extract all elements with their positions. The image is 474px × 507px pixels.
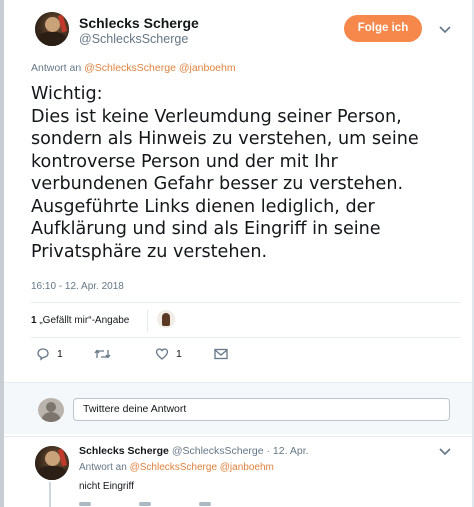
retweet-icon[interactable] xyxy=(139,502,151,506)
tweet-text-line: Privatsphäre zu verstehen. xyxy=(31,241,268,262)
reply-action-bar xyxy=(79,502,279,507)
user-avatar xyxy=(38,398,64,422)
chevron-down-icon[interactable] xyxy=(437,21,453,37)
reply-icon[interactable] xyxy=(79,502,91,506)
author-avatar[interactable] xyxy=(35,12,69,46)
divider xyxy=(31,302,461,303)
heart-icon xyxy=(155,348,169,360)
follow-button[interactable]: Folge ich xyxy=(344,15,422,42)
divider xyxy=(147,310,148,332)
chevron-down-icon[interactable] xyxy=(437,443,453,459)
retweet-action[interactable] xyxy=(94,346,118,362)
envelope-icon xyxy=(214,348,228,360)
divider xyxy=(31,337,461,338)
reply-action[interactable]: 1 xyxy=(36,346,63,362)
tweet-text-line: Dies ist keine Verleumdung seiner Person… xyxy=(31,106,402,127)
reply-count: 1 xyxy=(57,348,63,360)
author-handle[interactable]: @SchlecksScherge xyxy=(79,32,188,46)
reply-header: Schlecks Scherge @SchlecksScherge · 12. … xyxy=(79,445,309,457)
tweet-text-line: Aufklärung und sind als Eingriff in sein… xyxy=(31,219,381,239)
message-action[interactable] xyxy=(214,346,228,362)
tweet-text-line: kontroverse Person und der mit Ihr xyxy=(31,151,338,172)
reply-to-mentions[interactable]: @SchlecksScherge @janboehm xyxy=(130,462,274,473)
reply-text: nicht Eingriff xyxy=(79,481,134,492)
reply-to-prefix: Antwort an xyxy=(79,462,127,473)
tweet-text-line: Wichtig: xyxy=(31,84,103,104)
like-action[interactable]: 1 xyxy=(155,346,182,362)
thread-line xyxy=(49,482,51,507)
reply-icon xyxy=(37,348,49,361)
likes-summary[interactable]: 1 „Gefällt mir“-Angabe xyxy=(31,315,129,326)
author-display-name[interactable]: Schlecks Scherge xyxy=(79,15,199,31)
reply-to-line: Antwort an @SchlecksScherge @janboehm xyxy=(79,462,274,473)
reply-to-prefix: Antwort an xyxy=(31,62,82,74)
reply-to-line: Antwort an @SchlecksScherge @janboehm xyxy=(31,62,236,74)
retweet-icon xyxy=(94,349,111,359)
tweet-text-line: Ausgeführte Links dienen lediglich, der xyxy=(31,196,375,217)
reply-meta[interactable]: @SchlecksScherge · 12. Apr. xyxy=(172,445,309,457)
tweet-text-line: sondern als Hinweis zu verstehen, um sei… xyxy=(31,129,419,149)
reply-input[interactable]: Twittere deine Antwort xyxy=(73,398,450,421)
like-count: 1 xyxy=(176,348,182,360)
reply-to-mentions[interactable]: @SchlecksScherge @janboehm xyxy=(84,62,235,74)
likes-count: 1 xyxy=(31,315,37,326)
reply-author-avatar[interactable] xyxy=(35,446,69,480)
reply-author-name[interactable]: Schlecks Scherge xyxy=(79,445,169,457)
liker-avatar[interactable] xyxy=(157,310,175,328)
likes-label: „Gefällt mir“-Angabe xyxy=(39,315,130,326)
tweet-timestamp[interactable]: 16:10 - 12. Apr. 2018 xyxy=(31,281,124,292)
heart-icon[interactable] xyxy=(199,502,211,506)
composer-band xyxy=(4,382,472,396)
tweet-text-line: verbundenen Gefahr besser zu verstehen. xyxy=(31,174,404,194)
tweet-text: Wichtig: Dies ist keine Verleumdung sein… xyxy=(31,83,461,263)
